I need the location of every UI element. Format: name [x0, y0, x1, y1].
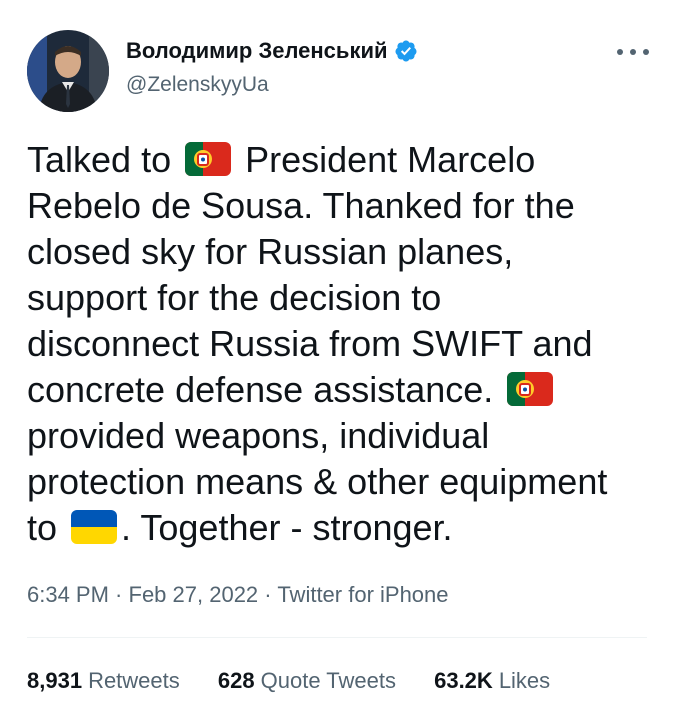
tweet-line: disconnect Russia from SWIFT and	[27, 321, 657, 367]
meta-separator: ·	[258, 582, 278, 607]
tweet-line: closed sky for Russian planes,	[27, 229, 657, 275]
tweet-text-segment: President Marcelo	[235, 139, 536, 180]
more-dot	[643, 49, 649, 55]
author-display-name[interactable]: Володимир Зеленський	[126, 38, 388, 64]
verified-badge-icon	[394, 40, 416, 62]
likes-stat[interactable]: 63.2K Likes	[434, 668, 550, 693]
retweets-count: 8,931	[27, 668, 83, 693]
tweet-line: provided weapons, individual	[27, 413, 657, 459]
tweet-text: Talked to President Marcelo Rebelo de Sou…	[27, 137, 657, 551]
likes-count: 63.2K	[434, 668, 493, 693]
tweet-text-segment: Rebelo de Sousa. Thanked for the	[27, 185, 575, 226]
tweet-text-segment: to	[27, 507, 68, 548]
tweet-text-segment: provided weapons, individual	[27, 415, 490, 456]
ukraine-flag-icon	[71, 510, 118, 545]
avatar-image	[27, 30, 109, 112]
author-name-line[interactable]: Володимир Зеленський	[126, 38, 418, 64]
tweet-date[interactable]: Feb 27, 2022	[129, 582, 259, 607]
tweet-time[interactable]: 6:34 PM	[27, 582, 109, 607]
tweet-text-segment: protection means & other equipment	[27, 461, 608, 502]
meta-separator: ·	[108, 582, 129, 607]
tweet-stats: 8,931 Retweets 628 Quote Tweets 63.2K Likes	[27, 668, 582, 694]
more-dot	[630, 49, 636, 55]
tweet-text-segment: . Together - stronger.	[121, 507, 453, 548]
portugal-flag-icon	[185, 142, 232, 177]
tweet-text-segment: concrete defense assistance.	[27, 369, 504, 410]
tweet-line: protection means & other equipment	[27, 459, 657, 505]
tweet-text-segment: Talked to	[27, 139, 182, 180]
author-handle[interactable]: @ZelenskyyUa	[126, 73, 269, 97]
tweet-text-segment: support for the decision to	[27, 277, 442, 318]
quote-tweets-stat[interactable]: 628 Quote Tweets	[218, 668, 396, 693]
tweet-line: Talked to President Marcelo	[27, 137, 657, 183]
tweet-meta: 6:34 PM · Feb 27, 2022 · Twitter for iPh…	[27, 582, 449, 608]
quote-tweets-label: Quote Tweets	[260, 668, 396, 693]
tweet-source[interactable]: Twitter for iPhone	[277, 582, 448, 607]
quote-tweets-count: 628	[217, 668, 255, 693]
retweets-label: Retweets	[88, 668, 180, 693]
retweets-stat[interactable]: 8,931 Retweets	[27, 668, 180, 693]
divider	[27, 637, 647, 638]
tweet-text-segment: disconnect Russia from SWIFT and	[27, 323, 593, 364]
portugal-flag-icon	[507, 372, 554, 407]
tweet-line: concrete defense assistance.	[27, 367, 657, 413]
tweet-text-segment: closed sky for Russian planes,	[27, 231, 514, 272]
tweet-line: support for the decision to	[27, 275, 657, 321]
more-dot	[617, 49, 623, 55]
likes-label: Likes	[498, 668, 551, 693]
tweet-line: Rebelo de Sousa. Thanked for the	[27, 183, 657, 229]
more-horizontal-icon[interactable]	[617, 42, 649, 62]
avatar[interactable]	[27, 30, 109, 112]
tweet-line: to . Together - stronger.	[27, 505, 657, 551]
